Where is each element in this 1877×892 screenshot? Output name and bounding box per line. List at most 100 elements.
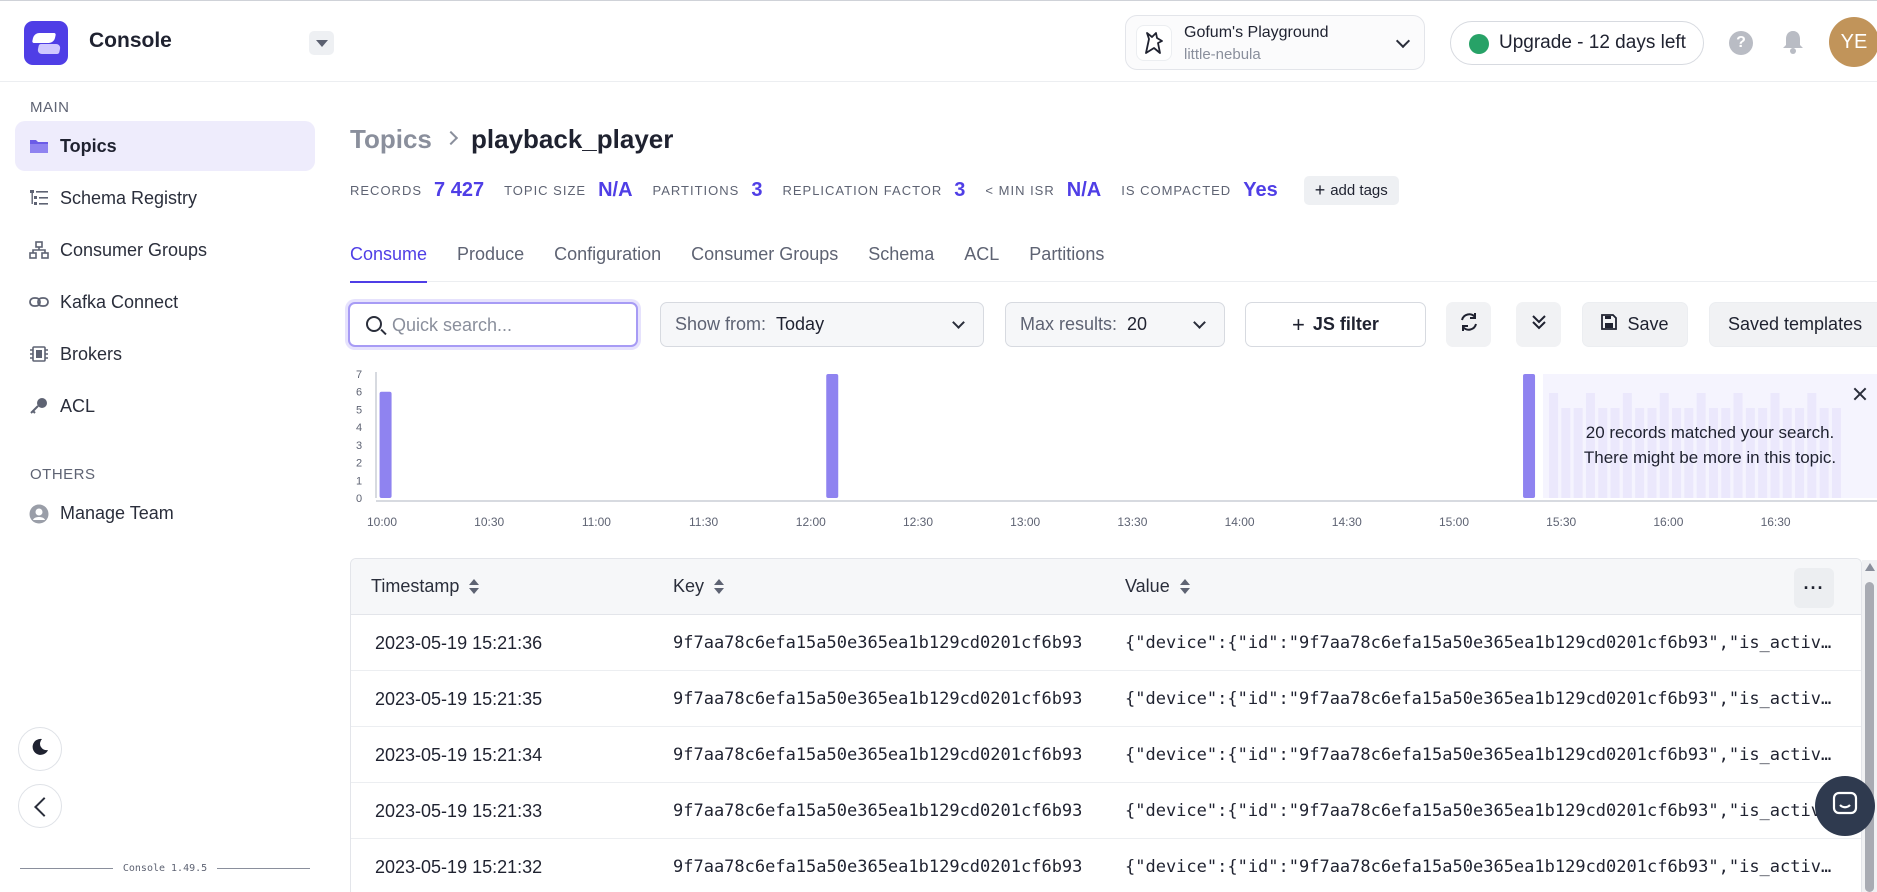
user-icon (29, 504, 49, 524)
add-tags-button[interactable]: + add tags (1303, 175, 1399, 205)
x-tick-label: 13:30 (1117, 515, 1147, 529)
table-row[interactable]: 2023-05-19 15:21:32 9f7aa78c6efa15a50e36… (351, 839, 1861, 892)
sidebar-item-label: Schema Registry (60, 187, 198, 208)
topic-stats: RECORDS 7 427 TOPIC SIZE N/A PARTITIONS … (350, 175, 1399, 205)
histogram-ghost-bar (1549, 393, 1559, 498)
collapse-sidebar-button[interactable] (18, 784, 62, 828)
more-options-icon[interactable]: ··· (1794, 568, 1834, 608)
version-label: Console 1.49.5 (122, 862, 208, 874)
table-row[interactable]: 2023-05-19 15:21:33 9f7aa78c6efa15a50e36… (351, 783, 1861, 839)
y-tick-label: 6 (356, 387, 362, 399)
sidebar-item-label: ACL (60, 395, 96, 416)
cell-timestamp: 2023-05-19 15:21:35 (375, 689, 543, 709)
messages-table: Timestamp Key Value ··· 2023-05-19 15:21… (350, 558, 1862, 892)
tab-consume[interactable]: Consume (350, 244, 428, 283)
moon-icon (31, 738, 49, 761)
topic-tabs: Consume Produce Configuration Consumer G… (350, 244, 1877, 283)
upgrade-label: Upgrade - 12 days left (1499, 32, 1686, 53)
list-tree-icon (29, 189, 49, 207)
show-from-value: Today (776, 314, 825, 334)
user-avatar[interactable]: YE (1829, 17, 1877, 67)
scrollbar-thumb[interactable] (1865, 582, 1874, 892)
version-footer: Console 1.49.5 (20, 858, 311, 878)
saved-templates-button[interactable]: Saved templates (1709, 302, 1877, 347)
sort-icon (1179, 578, 1190, 595)
refresh-button[interactable] (1446, 302, 1491, 347)
stat-value-replication-factor: 3 (954, 178, 966, 201)
upgrade-button[interactable]: Upgrade - 12 days left (1450, 21, 1704, 65)
x-tick-label: 13:00 (1010, 515, 1040, 529)
quick-search (348, 302, 638, 347)
chevron-down-icon (952, 316, 965, 329)
sidebar-item-manage-team[interactable]: Manage Team (15, 488, 315, 538)
y-tick-label: 4 (356, 422, 362, 434)
cell-timestamp: 2023-05-19 15:21:34 (375, 745, 543, 765)
histogram-bar (1523, 374, 1536, 498)
section-label-others: OTHERS (30, 466, 96, 483)
cell-key: 9f7aa78c6efa15a50e365ea1b129cd0201cf6b93 (673, 745, 1083, 765)
sidebar-item-schema-registry[interactable]: Schema Registry (15, 173, 315, 223)
sidebar-item-brokers[interactable]: Brokers (15, 329, 315, 379)
notification-bell-icon[interactable] (1781, 29, 1805, 55)
link-icon (29, 293, 49, 311)
y-tick-label: 5 (356, 404, 362, 416)
app-title: Console (89, 29, 172, 52)
search-info-message: 20 records matched your search. There mi… (1560, 420, 1860, 470)
stat-label: TOPIC SIZE (504, 182, 587, 198)
show-from-select[interactable]: Show from: Today (660, 302, 984, 347)
sidebar-item-acl[interactable]: ACL (15, 381, 315, 431)
stat-label: RECORDS (350, 182, 423, 198)
table-row[interactable]: 2023-05-19 15:21:34 9f7aa78c6efa15a50e36… (351, 727, 1861, 783)
column-header-value[interactable]: Value (1125, 576, 1190, 597)
tab-configuration[interactable]: Configuration (554, 244, 661, 282)
table-row[interactable]: 2023-05-19 15:21:35 9f7aa78c6efa15a50e36… (351, 671, 1861, 727)
column-header-timestamp[interactable]: Timestamp (371, 576, 480, 597)
breadcrumb-topics-link[interactable]: Topics (350, 124, 432, 155)
sidebar-item-consumer-groups[interactable]: Consumer Groups (15, 225, 315, 275)
sidebar-item-kafka-connect[interactable]: Kafka Connect (15, 277, 315, 327)
console-logo-icon[interactable] (24, 21, 68, 65)
table-scrollbar[interactable] (1862, 560, 1877, 892)
search-input[interactable] (392, 312, 622, 338)
max-results-select[interactable]: Max results: 20 (1005, 302, 1225, 347)
support-chat-button[interactable] (1815, 776, 1875, 836)
sidebar-item-label: Kafka Connect (60, 291, 179, 312)
tab-produce[interactable]: Produce (457, 244, 524, 282)
tab-schema[interactable]: Schema (868, 244, 934, 282)
tab-acl[interactable]: ACL (964, 244, 999, 282)
x-tick-label: 12:30 (903, 515, 933, 529)
chevron-right-icon (443, 130, 459, 146)
help-icon[interactable]: ? (1729, 31, 1753, 55)
stat-label: REPLICATION FACTOR (782, 182, 943, 198)
js-filter-button[interactable]: + JS filter (1245, 302, 1426, 347)
close-icon[interactable] (1853, 387, 1867, 401)
sidebar-item-topics[interactable]: Topics (15, 121, 315, 171)
org-wolf-icon (1136, 25, 1172, 61)
stat-label: < MIN ISR (985, 182, 1055, 198)
org-switcher[interactable]: Gofum's Playground little-nebula (1125, 15, 1425, 70)
column-label: Timestamp (371, 576, 460, 596)
y-tick-label: 0 (356, 493, 362, 505)
x-tick-label: 12:00 (796, 515, 826, 529)
scroll-up-icon[interactable] (1865, 563, 1875, 571)
sidebar-item-label: Manage Team (60, 502, 174, 523)
dark-mode-toggle[interactable] (18, 727, 62, 771)
column-header-key[interactable]: Key (673, 576, 725, 597)
app-menu-dropdown-icon[interactable] (309, 31, 334, 55)
table-row[interactable]: 2023-05-19 15:21:36 9f7aa78c6efa15a50e36… (351, 615, 1861, 671)
js-filter-label: JS filter (1312, 314, 1379, 334)
y-tick-label: 3 (356, 440, 362, 452)
tab-partitions[interactable]: Partitions (1029, 244, 1104, 282)
save-button[interactable]: Save (1582, 302, 1688, 347)
double-chevron-down-icon (1530, 313, 1548, 336)
chat-icon (1831, 790, 1859, 823)
x-tick-label: 11:00 (582, 515, 611, 529)
expand-all-button[interactable] (1516, 302, 1561, 347)
status-dot-icon (1469, 34, 1489, 54)
tab-consumer-groups[interactable]: Consumer Groups (691, 244, 838, 282)
top-bar: Console Gofum's Playground little-nebula… (0, 0, 1877, 82)
stat-value-topic-size: N/A (598, 178, 633, 201)
chip-icon (29, 345, 49, 363)
stat-value-partitions: 3 (751, 178, 763, 201)
max-results-value: 20 (1127, 314, 1148, 334)
